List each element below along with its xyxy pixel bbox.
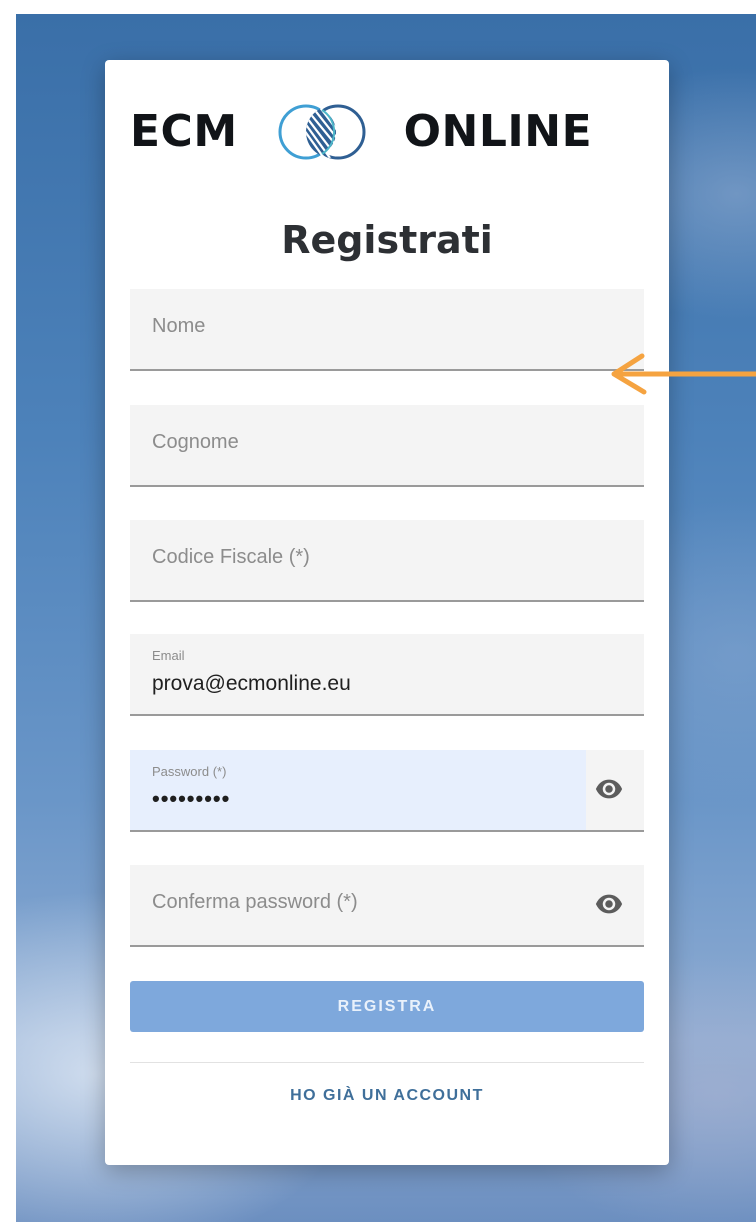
arrow-left-icon [611, 353, 756, 395]
divider [130, 1062, 644, 1063]
logo-rings-icon [278, 104, 366, 160]
email-label: Email [152, 648, 185, 663]
conferma-password-field[interactable]: Conferma password (*) [130, 865, 644, 947]
codice-fiscale-placeholder: Codice Fiscale (*) [152, 546, 310, 568]
cognome-field[interactable]: Cognome [130, 405, 644, 487]
brand-logo: ECM ONLINE [130, 102, 646, 162]
codice-fiscale-field[interactable]: Codice Fiscale (*) [130, 520, 644, 602]
ho-gia-un-account-button[interactable]: HO GIÀ UN ACCOUNT [130, 1072, 644, 1120]
logo-text-left: ECM [130, 106, 238, 157]
cognome-placeholder: Cognome [152, 431, 239, 453]
registra-button[interactable]: REGISTRA [130, 981, 644, 1032]
password-field[interactable]: Password (*) ••••••••• [130, 750, 644, 832]
nome-placeholder: Nome [152, 315, 206, 337]
logo-text-right: ONLINE [403, 106, 593, 157]
password-masked-value: ••••••••• [152, 786, 231, 811]
page-title: Registrati [281, 218, 493, 262]
conferma-password-placeholder: Conferma password (*) [152, 891, 358, 913]
password-label: Password (*) [152, 764, 227, 779]
email-value: prova@ecmonline.eu [152, 672, 351, 695]
email-field[interactable]: Email prova@ecmonline.eu [130, 634, 644, 716]
nome-field[interactable]: Nome [130, 289, 644, 371]
eye-icon[interactable] [594, 774, 624, 804]
eye-icon[interactable] [594, 889, 624, 919]
